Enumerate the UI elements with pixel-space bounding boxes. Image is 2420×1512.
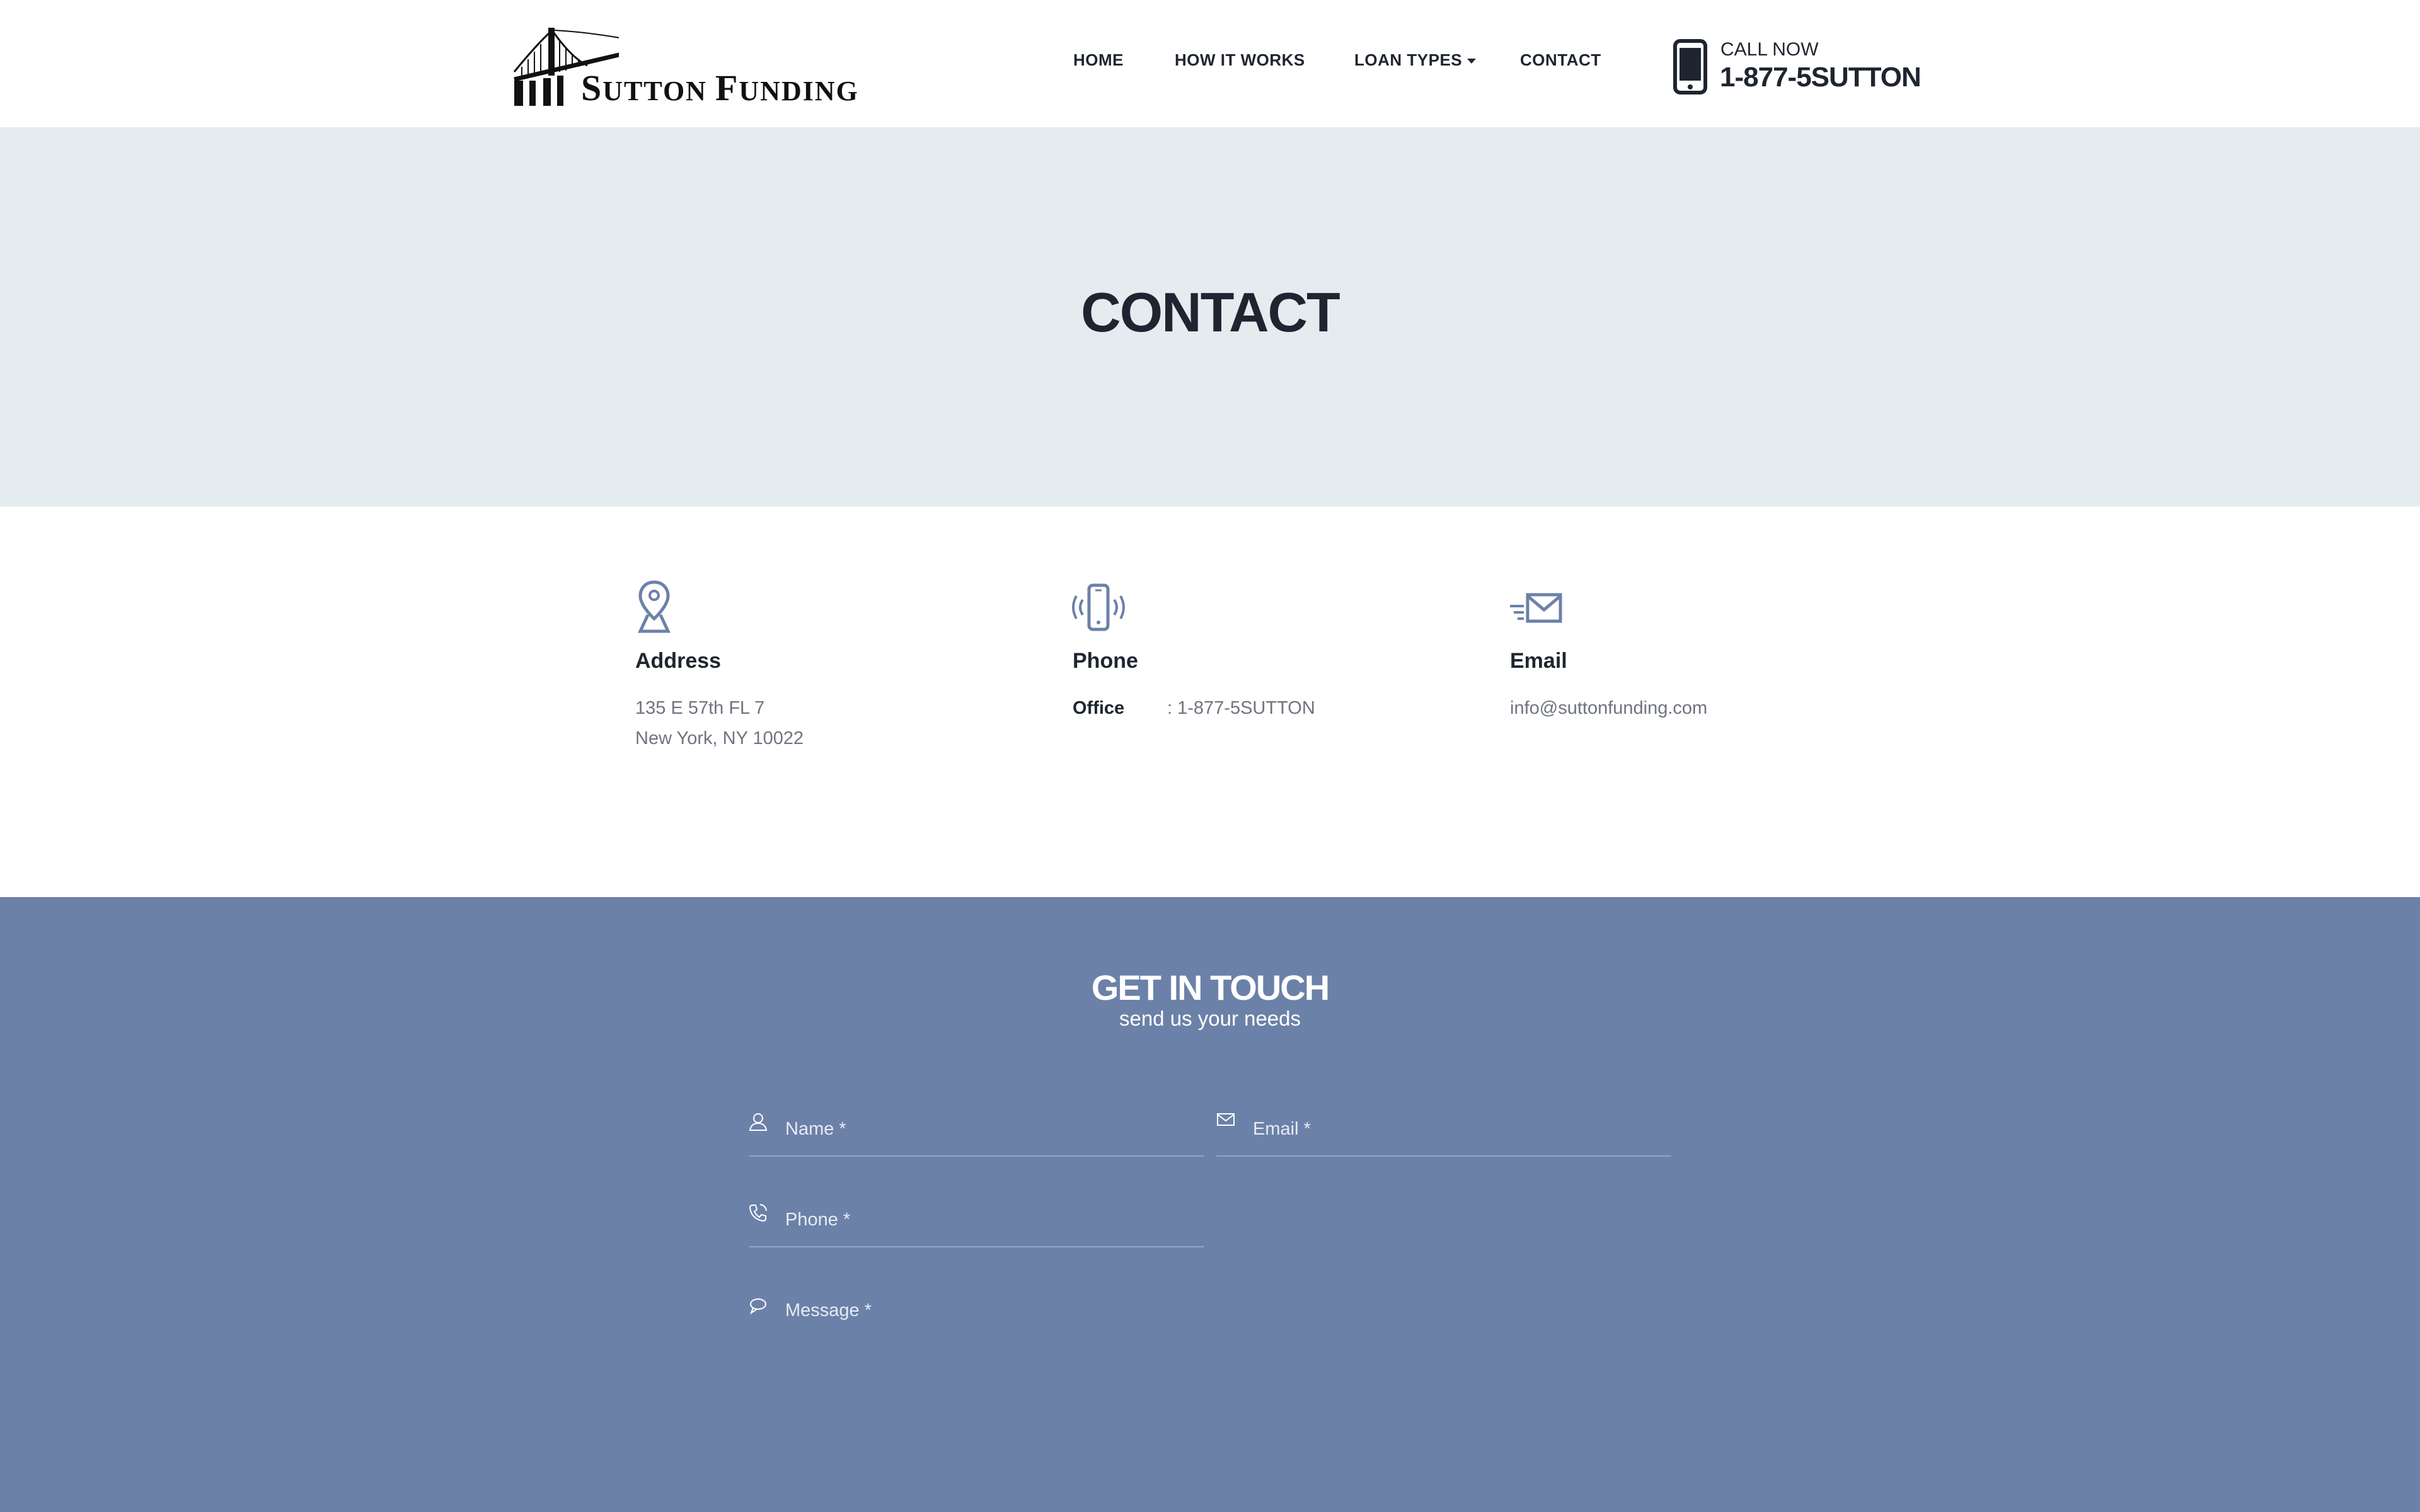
message-field <box>749 1283 1671 1434</box>
nav-item-loan-types[interactable]: LOAN TYPES <box>1354 50 1477 70</box>
phone-input[interactable] <box>785 1207 1163 1232</box>
name-input[interactable] <box>785 1116 1163 1142</box>
address-line-2: New York, NY 10022 <box>635 728 804 748</box>
smartphone-icon <box>1673 39 1707 94</box>
logo-wordmark: SUTTON FUNDING <box>581 67 859 108</box>
vibrating-phone-icon <box>1072 583 1125 631</box>
nav-item-contact[interactable]: CONTACT <box>1520 50 1601 70</box>
message-input[interactable] <box>785 1300 1668 1426</box>
email-address-link[interactable]: info@suttonfunding.com <box>1510 698 1707 719</box>
nav-item-how-it-works[interactable]: HOW IT WORKS <box>1175 50 1305 70</box>
form-subtitle: send us your needs <box>1119 1007 1301 1030</box>
call-phone-number[interactable]: 1-877-5SUTTON <box>1720 62 1922 93</box>
call-now-label: CALL NOW <box>1720 39 1819 60</box>
user-icon <box>749 1113 768 1131</box>
nav-item-loan-types-label: LOAN TYPES <box>1354 50 1463 69</box>
phone-title: Phone <box>1073 649 1138 673</box>
page-hero: CONTACT <box>0 129 2420 507</box>
phone-field <box>749 1189 1204 1247</box>
speech-bubble-icon <box>749 1298 766 1315</box>
contact-form-section: GET IN TOUCH send us your needs <box>0 897 2420 1512</box>
page-title: CONTACT <box>1081 281 1340 343</box>
envelope-fast-icon <box>1510 593 1562 623</box>
email-input[interactable] <box>1253 1116 1631 1142</box>
nav-item-home[interactable]: HOME <box>1073 50 1124 70</box>
site-logo[interactable]: SUTTON FUNDING <box>512 25 858 108</box>
address-title: Address <box>635 649 722 673</box>
office-phone-value[interactable]: : 1-877-5SUTTON <box>1167 698 1315 719</box>
envelope-icon <box>1217 1113 1235 1126</box>
caret-down-icon <box>1467 59 1477 64</box>
address-line-1: 135 E 57th FL 7 <box>635 698 765 718</box>
email-title: Email <box>1510 649 1567 673</box>
email-field <box>1216 1099 1671 1157</box>
contact-info-section: Address 135 E 57th FL 7 New York, NY 100… <box>0 507 2420 897</box>
site-header: SUTTON FUNDING HOME HOW IT WORKS LOAN TY… <box>0 0 2420 129</box>
name-field <box>749 1099 1204 1157</box>
form-title: GET IN TOUCH <box>1091 968 1330 1007</box>
map-pin-icon <box>638 580 671 633</box>
phone-icon <box>749 1204 767 1222</box>
office-label: Office <box>1073 698 1125 718</box>
